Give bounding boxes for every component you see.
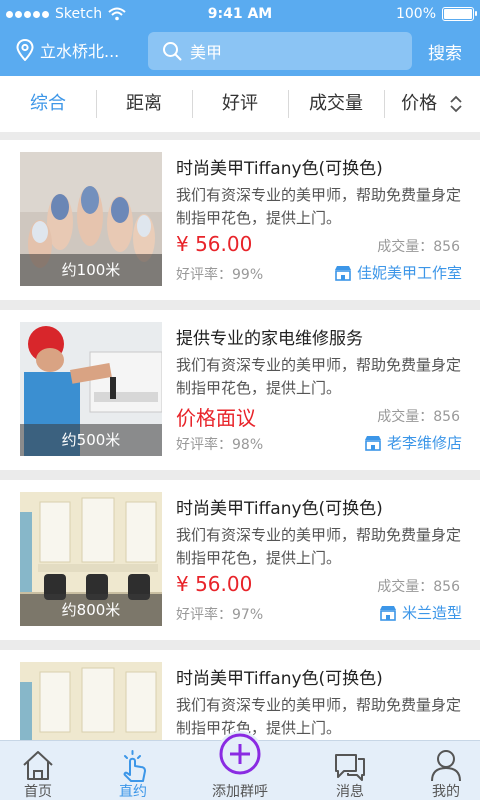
tabbar-label: 直约: [119, 784, 147, 800]
tabbar-messages[interactable]: 消息: [302, 741, 398, 800]
plus-circle-icon: [217, 731, 263, 777]
location-pin-icon: [16, 39, 34, 61]
tab-comprehensive[interactable]: 综合: [0, 76, 96, 132]
tabbar-label: 首页: [24, 784, 52, 800]
filter-tabs: 综合 距离 好评 成交量 价格: [0, 76, 480, 132]
chat-icon: [335, 754, 365, 781]
location-label: 立水桥北...: [40, 42, 120, 61]
item-title: 时尚美甲Tiffany色(可换色): [176, 159, 383, 179]
tabbar-home[interactable]: 首页: [0, 741, 86, 800]
list-item[interactable]: 约100米 时尚美甲Tiffany色(可换色) 我们有资深专业的美甲师，帮助免费…: [0, 140, 480, 300]
item-description: 我们有资深专业的美甲师，帮助免费量身定制指甲花色，提供上门。: [176, 526, 462, 567]
user-icon: [431, 750, 461, 782]
tabbar-label: 添加群呼: [212, 784, 268, 800]
tab-rating[interactable]: 好评: [192, 76, 288, 132]
list-item[interactable]: 约800米 时尚美甲Tiffany色(可换色) 我们有资深专业的美甲师，帮助免费…: [0, 480, 480, 640]
search-input[interactable]: 美甲: [148, 32, 412, 70]
item-thumbnail: 约500米: [20, 322, 162, 456]
battery-icon: [442, 7, 477, 21]
shop-icon: [334, 265, 351, 281]
tab-sales[interactable]: 成交量: [288, 76, 384, 132]
item-title: 时尚美甲Tiffany色(可换色): [176, 669, 383, 689]
item-sales: 成交量：856: [377, 239, 460, 255]
search-value: 美甲: [190, 43, 223, 62]
nav-bar: 立水桥北... 美甲 搜索: [0, 30, 480, 72]
shop-name: 米兰造型: [401, 604, 462, 622]
tabbar-label: 我的: [432, 784, 460, 800]
distance-label: 约100米: [20, 254, 162, 286]
item-rating: 好评率：97%: [176, 607, 264, 623]
item-price: ¥ 56.00: [176, 232, 253, 256]
item-sales: 成交量：856: [377, 579, 460, 595]
list-item[interactable]: 约500米 提供专业的家电维修服务 我们有资深专业的美甲师，帮助免费量身定制指甲…: [0, 310, 480, 470]
item-title: 时尚美甲Tiffany色(可换色): [176, 499, 383, 519]
shop-link[interactable]: 老李维修店: [364, 432, 462, 453]
tab-distance[interactable]: 距离: [96, 76, 192, 132]
shop-link[interactable]: 米兰造型: [379, 602, 462, 623]
item-thumbnail: 约800米: [20, 492, 162, 626]
item-thumbnail: 约100米: [20, 152, 162, 286]
item-price: ¥ 56.00: [176, 572, 253, 596]
home-icon: [23, 751, 53, 780]
item-sales: 成交量：856: [377, 409, 460, 425]
item-description: 我们有资深专业的美甲师，帮助免费量身定制指甲花色，提供上门。: [176, 356, 462, 397]
tab-price-label: 价格: [401, 93, 438, 114]
tap-icon: [123, 750, 146, 782]
item-title: 提供专业的家电维修服务: [176, 329, 363, 349]
battery-label: 100%: [395, 6, 436, 22]
app-header: Sketch 9:41 AM 100% 立水桥北... 美甲 搜索: [0, 0, 480, 76]
item-rating: 好评率：98%: [176, 437, 264, 453]
tabbar-add-group-call[interactable]: 添加群呼: [192, 731, 288, 800]
sort-arrows-icon: [450, 95, 462, 113]
shop-link[interactable]: 佳妮美甲工作室: [334, 262, 462, 283]
item-price: 价格面议: [176, 406, 256, 430]
shop-icon: [364, 435, 381, 451]
shop-name: 老李维修店: [386, 434, 462, 452]
item-rating: 好评率：99%: [176, 267, 264, 283]
item-description: 我们有资深专业的美甲师，帮助免费量身定制指甲花色，提供上门。: [176, 186, 462, 227]
shop-name: 佳妮美甲工作室: [356, 264, 462, 282]
tabbar-profile[interactable]: 我的: [398, 741, 480, 800]
tab-price[interactable]: 价格: [384, 76, 480, 132]
tabbar-label: 消息: [336, 784, 364, 800]
search-button[interactable]: 搜索: [428, 39, 462, 64]
status-bar: Sketch 9:41 AM 100%: [0, 0, 480, 28]
bottom-tab-bar: 首页 直约 添加群呼 消息 我的: [0, 731, 480, 800]
distance-label: 约800米: [20, 594, 162, 626]
tabbar-direct[interactable]: 直约: [85, 741, 181, 800]
search-icon: [163, 42, 182, 61]
distance-label: 约500米: [20, 424, 162, 456]
shop-icon: [379, 605, 396, 621]
status-right: 100%: [395, 6, 477, 22]
location-selector[interactable]: 立水桥北...: [16, 38, 119, 62]
